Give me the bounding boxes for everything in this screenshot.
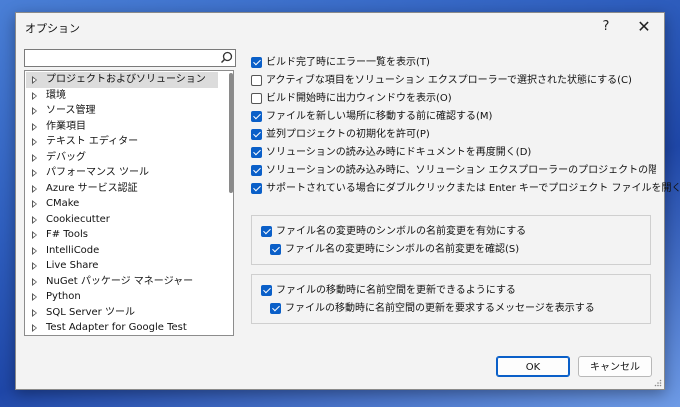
- expand-arrow-icon[interactable]: [32, 293, 37, 301]
- tree-item-work-items[interactable]: 作業項目: [26, 119, 218, 135]
- checkbox[interactable]: [251, 129, 262, 140]
- ok-button[interactable]: OK: [496, 356, 570, 377]
- namespace-update-group: ファイルの移動時に名前空間を更新できるようにする ファイルの移動時に名前空間の更…: [251, 274, 651, 324]
- tree-item-nuget[interactable]: NuGet パッケージ マネージャー: [26, 274, 218, 290]
- expand-arrow-icon[interactable]: [32, 185, 37, 193]
- option-restore-hierarchy[interactable]: ソリューションの読み込み時に、ソリューション エクスプローラーのプロジェクトの階…: [251, 164, 656, 178]
- tree-item-text-editor[interactable]: テキスト エディター: [26, 134, 218, 150]
- checkbox[interactable]: [251, 75, 262, 86]
- close-button[interactable]: ✕: [632, 17, 656, 37]
- checkbox[interactable]: [251, 111, 262, 122]
- expand-arrow-icon[interactable]: [32, 216, 37, 224]
- expand-arrow-icon[interactable]: [32, 262, 37, 270]
- expand-arrow-icon[interactable]: [32, 309, 37, 317]
- tree-item-cookiecutter[interactable]: Cookiecutter: [26, 212, 218, 228]
- checkbox[interactable]: [251, 57, 262, 68]
- tree-item-source-control[interactable]: ソース管理: [26, 103, 218, 119]
- expand-arrow-icon[interactable]: [32, 200, 37, 208]
- search-input[interactable]: [24, 49, 236, 67]
- title-bar: オプション ? ✕: [16, 13, 664, 41]
- category-tree[interactable]: プロジェクトおよびソリューション 環境 ソース管理 作業項目 テキスト エディタ…: [24, 70, 234, 336]
- expand-arrow-icon[interactable]: [32, 231, 37, 239]
- tree-item-cmake[interactable]: CMake: [26, 196, 218, 212]
- tree-item-fsharp-tools[interactable]: F# Tools: [26, 227, 218, 243]
- expand-arrow-icon[interactable]: [32, 278, 37, 286]
- checkbox[interactable]: [251, 183, 262, 194]
- search-icon[interactable]: [220, 51, 233, 64]
- expand-arrow-icon[interactable]: [32, 138, 37, 146]
- expand-arrow-icon[interactable]: [32, 92, 37, 100]
- expand-arrow-icon[interactable]: [32, 76, 37, 84]
- options-dialog: オプション ? ✕ プロジェクトおよびソリューション 環境 ソース管理 作業項目…: [15, 12, 680, 390]
- tree-item-google-test-adapter[interactable]: Test Adapter for Google Test: [26, 320, 218, 335]
- tree-item-debugging[interactable]: デバッグ: [26, 150, 218, 166]
- tree-item-performance-tools[interactable]: パフォーマンス ツール: [26, 165, 218, 181]
- expand-arrow-icon[interactable]: [32, 154, 37, 162]
- tree-item-live-share[interactable]: Live Share: [26, 258, 218, 274]
- dialog-title: オプション: [25, 22, 80, 35]
- rename-symbols-group: ファイル名の変更時のシンボルの名前変更を有効にする ファイル名の変更時にシンボル…: [251, 215, 651, 265]
- tree-item-azure-auth[interactable]: Azure サービス認証: [26, 181, 218, 197]
- checkbox[interactable]: [270, 303, 281, 314]
- checkbox[interactable]: [251, 93, 262, 104]
- tree-item-environment[interactable]: 環境: [26, 88, 218, 104]
- tree-item-python[interactable]: Python: [26, 289, 218, 305]
- expand-arrow-icon[interactable]: [32, 324, 37, 332]
- cancel-button[interactable]: キャンセル: [578, 356, 652, 377]
- tree-item-projects-solutions[interactable]: プロジェクトおよびソリューション: [26, 72, 218, 88]
- tree-item-sql-server-tools[interactable]: SQL Server ツール: [26, 305, 218, 321]
- checkbox[interactable]: [261, 226, 272, 237]
- expand-arrow-icon[interactable]: [32, 169, 37, 177]
- checkbox[interactable]: [251, 147, 262, 158]
- checkbox[interactable]: [270, 244, 281, 255]
- tree-scrollbar[interactable]: [229, 73, 233, 193]
- checkbox[interactable]: [261, 285, 272, 296]
- expand-arrow-icon[interactable]: [32, 107, 37, 115]
- checkbox[interactable]: [251, 165, 262, 176]
- expand-arrow-icon[interactable]: [32, 123, 37, 131]
- expand-arrow-icon[interactable]: [32, 247, 37, 255]
- help-button[interactable]: ?: [594, 17, 618, 37]
- resize-grip-icon[interactable]: [654, 379, 662, 387]
- tree-item-intellicode[interactable]: IntelliCode: [26, 243, 218, 259]
